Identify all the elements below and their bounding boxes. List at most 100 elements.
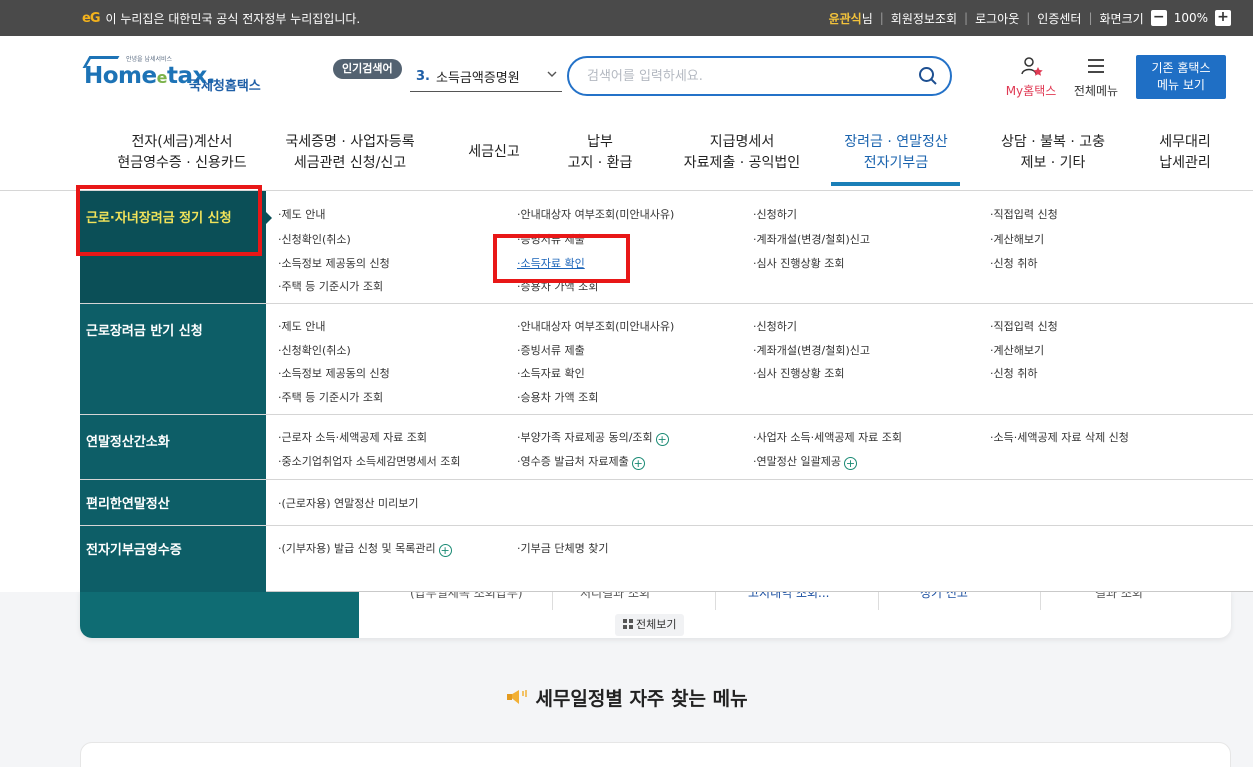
plus-circle-icon[interactable]: + <box>655 433 669 446</box>
main-navigation: 전자(세금)계산서 현금영수증 · 신용카드 국세증명 · 사업자등록 세금관련… <box>0 120 1253 186</box>
menu-link[interactable]: ·계좌개설(변경/철회)신고 <box>753 231 870 247</box>
popular-search-badge: 인기검색어 <box>333 59 402 79</box>
my-hometax-button[interactable]: My홈택스 <box>1003 56 1059 99</box>
menu-row-easy-year-end: 편리한연말정산 ·(근로자용) 연말정산 미리보기 <box>80 480 1253 526</box>
menu-link[interactable]: ·안내대상자 여부조회(미안내사유) <box>517 318 674 334</box>
user-greeting: 윤관식님 <box>828 11 873 26</box>
menu-link[interactable]: ·심사 진행상황 조회 <box>753 255 844 271</box>
gov-banner: eG 이 누리집은 대한민국 공식 전자정부 누리집입니다. 윤관식님 | 회원… <box>0 0 1253 36</box>
gnb-item-tax-certificate[interactable]: 국세증명 · 사업자등록 세금관련 신청/신고 <box>266 132 434 174</box>
menu-link[interactable]: ·근로자 소득·세액공제 자료 조회 <box>278 429 427 445</box>
gnb-item-tax-agent[interactable]: 세무대리 납세관리 <box>1140 132 1230 174</box>
classic-menu-button[interactable]: 기존 홈택스 메뉴 보기 <box>1136 55 1226 99</box>
menu-link[interactable]: ·신청하기 <box>753 206 797 222</box>
menu-title-incentive-half[interactable]: 근로장려금 반기 신청 <box>80 304 266 414</box>
menu-link[interactable]: ·주택 등 기준시가 조회 <box>278 278 383 294</box>
menu-link[interactable]: ·신청 취하 <box>990 255 1037 271</box>
gov-notice-text: 이 누리집은 대한민국 공식 전자정부 누리집입니다. <box>105 11 361 26</box>
gnb-item-payment[interactable]: 납부 고지 · 환급 <box>550 132 650 174</box>
highlight-box <box>493 234 630 283</box>
quick-menu-panel: (납부일세목 조회납부) 처리결과 조회 고지내역 조회... 정기 신고 결과… <box>80 590 1231 638</box>
menu-link-expandable[interactable]: ·부양가족 자료제공 동의/조회 + <box>517 429 669 446</box>
menu-link[interactable]: ·계좌개설(변경/철회)신고 <box>753 342 870 358</box>
active-tab-indicator <box>831 182 960 186</box>
menu-title-donation-receipt[interactable]: 전자기부금영수증 <box>80 526 266 592</box>
menu-link[interactable]: ·신청하기 <box>753 318 797 334</box>
menu-link-expandable[interactable]: ·연말정산 일괄제공 + <box>753 453 857 470</box>
divider: | <box>964 11 969 25</box>
auth-center-link[interactable]: 인증센터 <box>1037 10 1081 27</box>
divider <box>552 590 553 610</box>
user-icon <box>1018 57 1044 80</box>
menu-link[interactable]: ·증빙서류 제출 <box>517 342 585 358</box>
divider <box>1040 590 1041 610</box>
gnb-item-tax-filing[interactable]: 세금신고 <box>456 142 532 163</box>
logout-link[interactable]: 로그아웃 <box>975 10 1019 27</box>
bell-icon <box>505 687 531 707</box>
menu-link[interactable]: ·계산해보기 <box>990 342 1044 358</box>
schedule-section-title: 세무일정별 자주 찾는 메뉴 <box>0 684 1253 711</box>
search-input[interactable] <box>587 66 897 86</box>
menu-title-easy-year-end[interactable]: 편리한연말정산 <box>80 480 266 525</box>
zoom-out-button[interactable]: − <box>1150 10 1167 26</box>
divider <box>878 590 879 610</box>
menu-link-expandable[interactable]: ·영수증 발급처 자료제출 + <box>517 453 645 470</box>
menu-link[interactable]: ·소득정보 제공동의 신청 <box>278 365 390 381</box>
hamburger-icon <box>1086 59 1106 80</box>
menu-link[interactable]: ·주택 등 기준시가 조회 <box>278 389 383 405</box>
menu-link[interactable]: ·신청 취하 <box>990 365 1037 381</box>
menu-link[interactable]: ·심사 진행상황 조회 <box>753 365 844 381</box>
screen-size-label: 화면크기 <box>1099 11 1144 26</box>
egov-logo-icon: eG <box>82 10 100 26</box>
menu-link[interactable]: ·승용차 가액 조회 <box>517 389 598 405</box>
logo-tagline: 안녕을 납세서비스 <box>126 56 173 63</box>
divider <box>715 590 716 610</box>
gnb-item-consultation[interactable]: 상담 · 불복 · 고충 제보 · 기타 <box>985 132 1121 174</box>
plus-circle-icon[interactable]: + <box>438 544 452 557</box>
divider: | <box>879 11 884 25</box>
plus-circle-icon[interactable]: + <box>631 457 645 470</box>
menu-link[interactable]: ·신청확인(취소) <box>278 231 351 247</box>
menu-row-incentive-half: 근로장려금 반기 신청 ·제도 안내 ·안내대상자 여부조회(미안내사유) ·신… <box>80 304 1253 415</box>
menu-link[interactable]: ·기부금 단체명 찾기 <box>517 540 608 556</box>
highlight-box <box>76 185 262 256</box>
view-all-button[interactable]: 전체보기 <box>615 614 685 636</box>
zoom-in-button[interactable]: + <box>1215 10 1231 26</box>
menu-link[interactable]: ·신청확인(취소) <box>278 342 351 358</box>
menu-link[interactable]: ·제도 안내 <box>278 318 325 334</box>
chevron-down-icon <box>546 68 558 83</box>
menu-link[interactable]: ·안내대상자 여부조회(미안내사유) <box>517 206 674 222</box>
popular-rank: 3. <box>416 69 430 84</box>
all-menu-button[interactable]: 전체메뉴 <box>1067 56 1125 99</box>
grid-icon <box>623 619 633 629</box>
gnb-item-payment-statement[interactable]: 지급명세서 자료제출 · 공익법인 <box>667 132 817 174</box>
menu-link[interactable]: ·제도 안내 <box>278 206 325 222</box>
gnb-item-incentive[interactable]: 장려금 · 연말정산 전자기부금 <box>822 132 970 174</box>
menu-link[interactable]: ·소득정보 제공동의 신청 <box>278 255 390 271</box>
menu-link[interactable]: ·계산해보기 <box>990 231 1044 247</box>
zoom-value: 100% <box>1173 11 1208 25</box>
menu-link[interactable]: ·소득·세액공제 자료 삭제 신청 <box>990 429 1129 445</box>
search-icon[interactable] <box>918 66 938 86</box>
plus-circle-icon[interactable]: + <box>843 457 857 470</box>
quick-menu-side <box>80 590 359 638</box>
menu-link[interactable]: ·직접입력 신청 <box>990 318 1058 334</box>
menu-row-year-end-simplified: 연말정산간소화 ·근로자 소득·세액공제 자료 조회 ·부양가족 자료제공 동의… <box>80 415 1253 480</box>
menu-title-year-end-simplified[interactable]: 연말정산간소화 <box>80 415 266 479</box>
my-hometax-label: My홈택스 <box>1005 84 1057 98</box>
menu-link[interactable]: ·중소기업취업자 소득세감면명세서 조회 <box>278 453 461 469</box>
member-info-link[interactable]: 회원정보조회 <box>891 10 957 27</box>
schedule-card <box>80 742 1231 767</box>
search-box <box>567 56 952 96</box>
popular-search-dropdown[interactable]: 3. 소득금액증명원 <box>410 62 562 92</box>
menu-link-expandable[interactable]: ·(기부자용) 발급 신청 및 목록관리 + <box>278 540 452 557</box>
menu-link[interactable]: ·직접입력 신청 <box>990 206 1058 222</box>
hometax-logo[interactable]: 안녕을 납세서비스 Homeetax. 국세청홈택스 <box>82 51 284 97</box>
divider: | <box>1088 11 1093 25</box>
menu-link[interactable]: ·소득자료 확인 <box>517 365 585 381</box>
menu-link[interactable]: ·사업자 소득·세액공제 자료 조회 <box>753 429 902 445</box>
popular-term: 소득금액증명원 <box>435 71 520 86</box>
menu-link[interactable]: ·(근로자용) 연말정산 미리보기 <box>278 495 419 511</box>
divider: | <box>1026 11 1031 25</box>
gnb-item-e-invoice[interactable]: 전자(세금)계산서 현금영수증 · 신용카드 <box>98 132 266 174</box>
